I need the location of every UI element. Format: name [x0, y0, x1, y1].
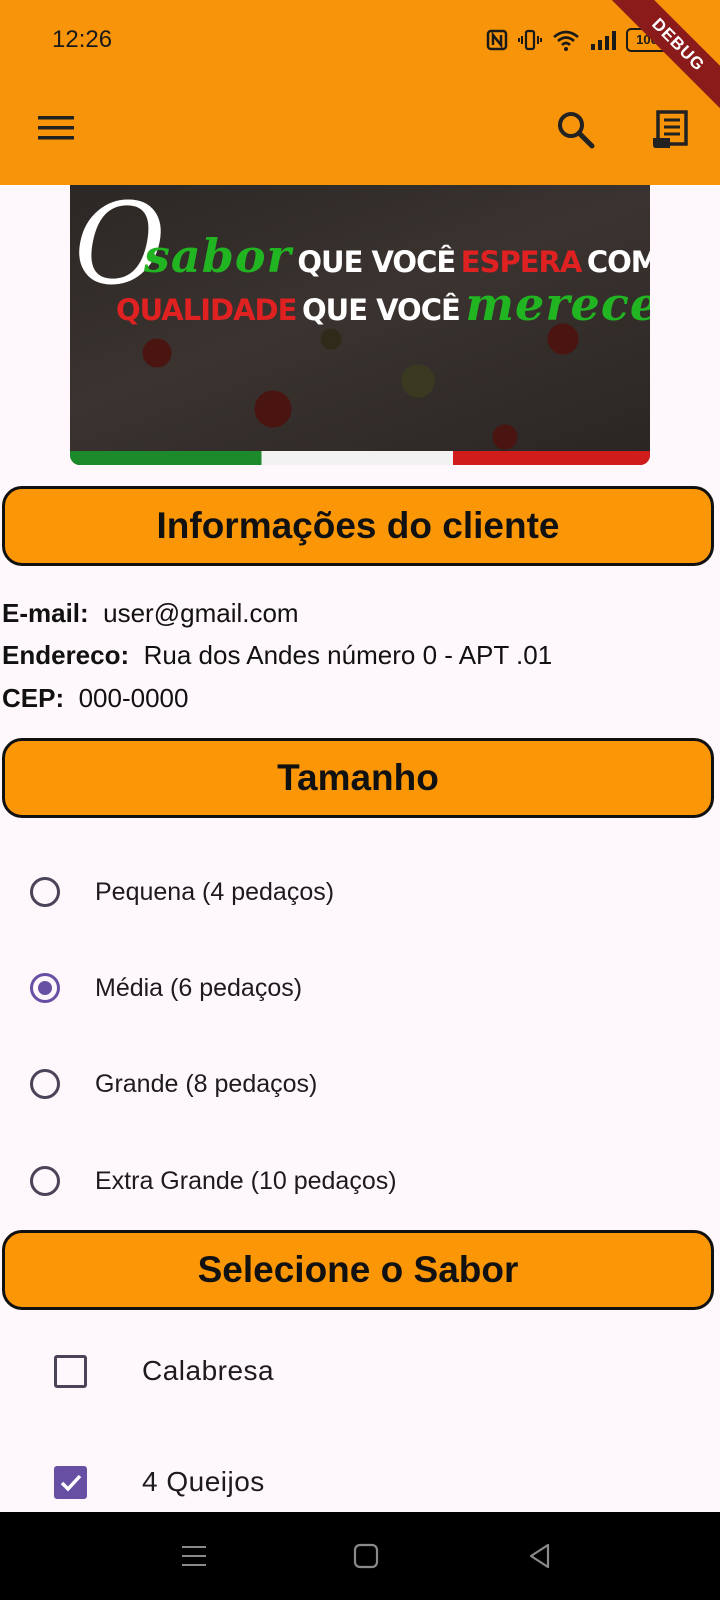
italian-flag-stripe: [70, 451, 650, 465]
receipt-icon[interactable]: [650, 108, 694, 152]
size-option-label: Grande (8 pedaços): [95, 1069, 318, 1098]
size-option-media[interactable]: Média (6 pedaços): [30, 958, 302, 1018]
email-row: E-mail: user@gmail.com: [2, 598, 299, 629]
address-row: Endereco: Rua dos Andes número 0 - APT .…: [2, 640, 552, 671]
status-time: 12:26: [52, 26, 113, 53]
flavor-option-4-queijos[interactable]: 4 Queijos: [54, 1452, 265, 1512]
vibrate-icon: [518, 29, 542, 51]
size-option-extra-grande[interactable]: Extra Grande (10 pedaços): [30, 1151, 397, 1211]
banner-word-que-voce: QUE VOCÊ: [297, 245, 456, 279]
radio-button[interactable]: [30, 1069, 60, 1099]
address-value: Rua dos Andes número 0 - APT .01: [143, 640, 553, 670]
back-icon[interactable]: [526, 1542, 554, 1570]
status-icons: 100: [486, 28, 668, 52]
banner-word-sabor: sabor: [144, 229, 292, 283]
search-icon[interactable]: [554, 108, 598, 152]
home-icon[interactable]: [352, 1542, 380, 1570]
banner-word-com-a: COM A: [586, 245, 650, 279]
address-label: Endereco:: [2, 640, 130, 670]
app-bar: 12:26 100 DEBUG: [0, 0, 720, 185]
checkbox-checked[interactable]: [54, 1465, 87, 1499]
size-option-grande[interactable]: Grande (8 pedaços): [30, 1054, 317, 1114]
cep-label: CEP:: [2, 683, 65, 713]
size-option-label: Extra Grande (10 pedaços): [95, 1166, 397, 1195]
flavor-option-label: 4 Queijos: [142, 1466, 265, 1497]
email-label: E-mail:: [2, 598, 89, 628]
recents-icon[interactable]: [180, 1542, 208, 1570]
radio-button[interactable]: [30, 1166, 60, 1196]
flavor-header: Selecione o Sabor: [2, 1230, 714, 1310]
client-info-header: Informações do cliente: [2, 486, 714, 566]
banner-word-espera: ESPERA: [460, 245, 583, 279]
banner-line-1: sabor QUE VOCÊ ESPERA COM A: [144, 229, 650, 283]
banner-word-que-voce-2: QUE VOCÊ: [302, 293, 461, 327]
radio-button-selected[interactable]: [30, 973, 60, 1003]
checkbox[interactable]: [54, 1354, 87, 1388]
menu-icon[interactable]: [36, 112, 76, 144]
promo-banner: O sabor QUE VOCÊ ESPERA COM A QUALIDADE …: [70, 185, 650, 465]
size-option-label: Pequena (4 pedaços): [95, 877, 335, 906]
signal-icon: [591, 31, 616, 50]
nfc-icon: [486, 29, 508, 51]
flavor-option-label: Calabresa: [142, 1355, 275, 1386]
size-option-label: Média (6 pedaços): [95, 973, 303, 1002]
size-header: Tamanho: [2, 738, 714, 818]
check-icon: [60, 1474, 82, 1492]
email-value: user@gmail.com: [103, 598, 299, 628]
banner-word-merece: merece: [465, 277, 650, 331]
cep-value: 000-0000: [78, 683, 189, 713]
flavor-option-calabresa[interactable]: Calabresa: [54, 1341, 274, 1401]
wifi-icon: [553, 30, 579, 51]
banner-word-qualidade: QUALIDADE: [116, 293, 297, 327]
cep-row: CEP: 000-0000: [2, 683, 188, 714]
banner-line-2: QUALIDADE QUE VOCÊ merece: [116, 277, 650, 331]
radio-button[interactable]: [30, 877, 60, 907]
size-option-pequena[interactable]: Pequena (4 pedaços): [30, 862, 334, 922]
system-navigation-bar: [0, 1512, 720, 1600]
